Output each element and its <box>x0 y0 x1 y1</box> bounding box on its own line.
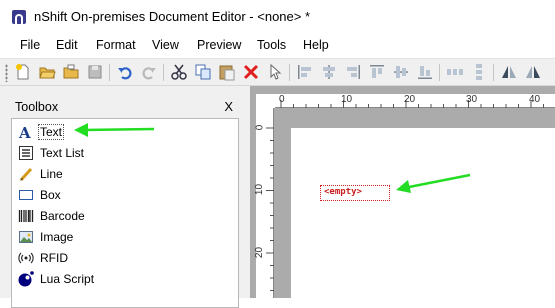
redo-icon[interactable] <box>140 63 158 81</box>
ruler-label: 10 <box>254 183 266 196</box>
annotation-arrow-canvas <box>396 173 471 193</box>
toolbox-item-label: Box <box>40 188 61 202</box>
toolbox-item-label: Lua Script <box>40 272 95 286</box>
toolbox-item-line[interactable]: Line <box>16 165 216 183</box>
space-vertical-icon[interactable] <box>470 63 488 81</box>
menu-edit[interactable]: Edit <box>56 38 78 52</box>
toolbox-item-box[interactable]: Box <box>16 186 216 204</box>
toolbox-list: A Text Text List Line Box Barcode Image … <box>11 118 239 308</box>
ruler-label: 20 <box>404 94 416 105</box>
menu-format[interactable]: Format <box>96 38 136 52</box>
save-icon[interactable] <box>86 63 104 81</box>
window-title: nShift On-premises Document Editor - <no… <box>34 9 311 24</box>
pointer-icon[interactable] <box>266 63 284 81</box>
menu-bar: File Edit Format View Preview Tools Help <box>0 32 555 58</box>
toolbar-grip[interactable] <box>5 64 8 82</box>
align-bottom-icon[interactable] <box>416 63 434 81</box>
line-icon <box>18 166 34 182</box>
paste-icon[interactable] <box>218 63 236 81</box>
toolbar-separator <box>493 64 494 81</box>
toolbox-close-button[interactable]: X <box>224 99 233 114</box>
undo-icon[interactable] <box>116 63 134 81</box>
toolbox-title: Toolbox <box>15 100 59 114</box>
title-bar: nShift On-premises Document Editor - <no… <box>0 0 555 32</box>
open-icon[interactable] <box>38 63 56 81</box>
open-folder-icon[interactable] <box>62 63 80 81</box>
image-icon <box>18 229 34 245</box>
toolbox-item-barcode[interactable]: Barcode <box>16 207 216 225</box>
copy-icon[interactable] <box>194 63 212 81</box>
app-icon <box>12 10 26 24</box>
panel-splitter[interactable] <box>242 86 250 298</box>
align-middle-icon[interactable] <box>392 63 410 81</box>
new-icon[interactable] <box>14 63 32 81</box>
space-horizontal-icon[interactable] <box>446 63 464 81</box>
toolbar-separator <box>109 64 110 81</box>
toolbar-separator <box>289 64 290 81</box>
menu-help[interactable]: Help <box>303 38 329 52</box>
toolbar <box>0 58 555 86</box>
text-element-empty[interactable]: <empty> <box>320 185 390 201</box>
flip-icon[interactable] <box>500 63 518 81</box>
cut-icon[interactable] <box>170 63 188 81</box>
ruler-label: 10 <box>341 94 353 105</box>
text-element-placeholder: <empty> <box>324 187 362 197</box>
ruler-corner <box>256 94 275 108</box>
rfid-icon <box>18 250 34 266</box>
lua-script-icon <box>18 271 34 287</box>
text-list-icon <box>18 145 34 161</box>
delete-icon[interactable] <box>242 63 260 81</box>
ruler-label: 20 <box>254 246 266 259</box>
menu-tools[interactable]: Tools <box>257 38 286 52</box>
annotation-arrow-toolbox <box>74 123 155 137</box>
align-center-icon[interactable] <box>320 63 338 81</box>
toolbox-item-label: Barcode <box>40 209 85 223</box>
mirror-icon[interactable] <box>524 63 542 81</box>
toolbar-separator <box>163 64 164 81</box>
toolbox-item-lua-script[interactable]: Lua Script <box>16 270 216 288</box>
toolbox-item-image[interactable]: Image <box>16 228 216 246</box>
ruler-label: 0 <box>254 124 266 131</box>
menu-view[interactable]: View <box>152 38 179 52</box>
toolbox-item-label: Text <box>37 124 65 140</box>
svg-text:A: A <box>18 124 31 140</box>
barcode-icon <box>18 208 34 224</box>
toolbox-item-label: Image <box>40 230 74 244</box>
ruler-vertical: 0 10 20 <box>254 108 274 298</box>
document-page[interactable] <box>291 128 555 298</box>
ruler-ticks-vertical <box>266 127 274 291</box>
ruler-label: 40 <box>529 94 541 105</box>
toolbox-item-label: Line <box>40 167 63 181</box>
ruler-horizontal: 0 10 20 30 40 <box>275 94 555 108</box>
toolbox-item-text-list[interactable]: Text List <box>16 144 216 162</box>
text-icon: A <box>18 124 34 140</box>
align-left-icon[interactable] <box>296 63 314 81</box>
toolbox-item-label: RFID <box>40 251 68 265</box>
align-right-icon[interactable] <box>344 63 362 81</box>
align-top-icon[interactable] <box>368 63 386 81</box>
ruler-label: 0 <box>279 94 285 105</box>
ruler-label: 30 <box>466 94 478 105</box>
toolbox-item-label: Text List <box>40 146 85 160</box>
toolbar-separator <box>439 64 440 81</box>
toolbox-item-rfid[interactable]: RFID <box>16 249 216 267</box>
box-icon <box>18 187 34 203</box>
menu-file[interactable]: File <box>20 38 40 52</box>
menu-preview[interactable]: Preview <box>197 38 241 52</box>
